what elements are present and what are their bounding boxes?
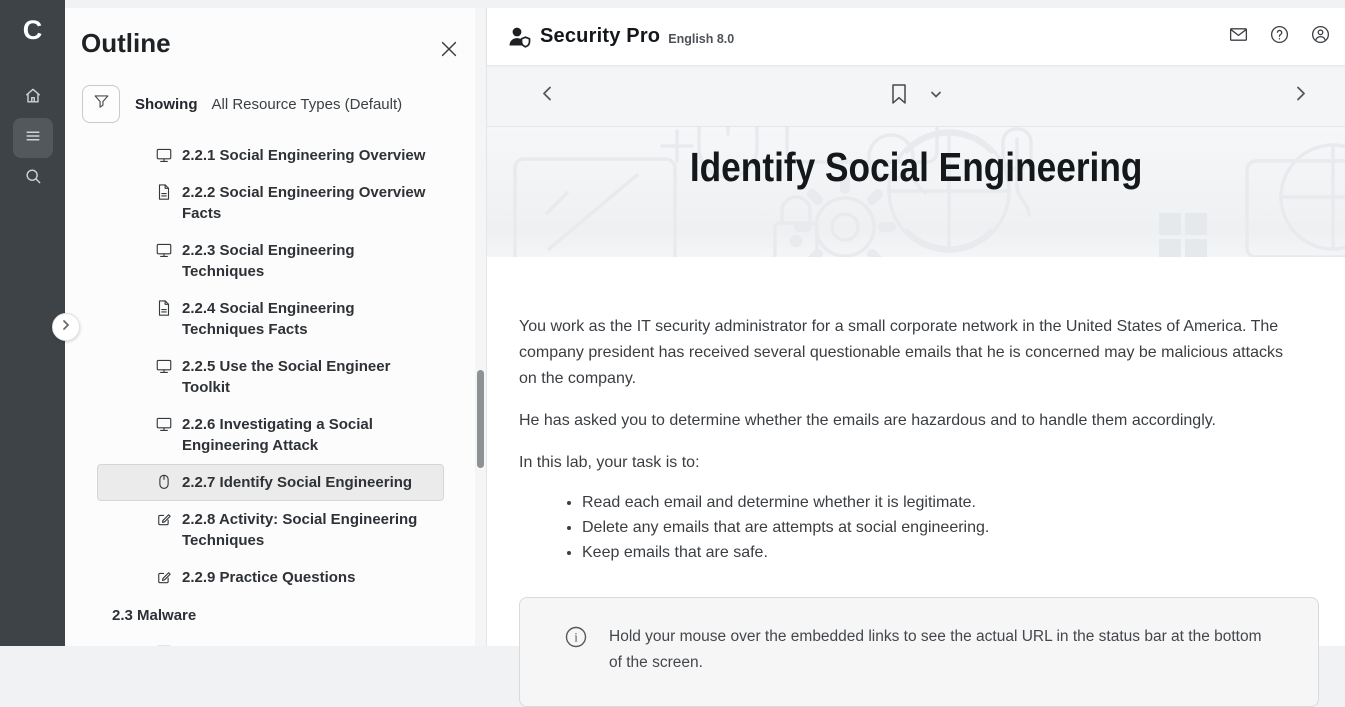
outline-panel-title: Outline (81, 28, 486, 59)
outline-item-label: 2.3.1 Malware (182, 642, 279, 646)
outline-item-label: 2.2.7 Identify Social Engineering (182, 472, 412, 493)
outline-section-heading[interactable]: 2.3 Malware (97, 596, 444, 634)
panel-expand-button[interactable] (52, 313, 80, 341)
outline-panel: Outline Showing All Resource Types (Defa… (65, 8, 486, 646)
outline-item[interactable]: 2.2.3 Social Engineering Techniques (97, 232, 444, 290)
mail-icon (1228, 24, 1249, 50)
close-outline-button[interactable] (438, 38, 460, 60)
pencil-icon (155, 568, 173, 586)
outline-item[interactable]: 2.2.8 Activity: Social Engineering Techn… (97, 501, 444, 559)
main-content: Security Pro English 8.0 (486, 8, 1345, 646)
document-icon (155, 183, 173, 201)
bookmark-button[interactable] (889, 83, 909, 110)
search-icon (23, 166, 43, 191)
messages-button[interactable] (1226, 25, 1250, 49)
outline-item[interactable]: 2.2.1 Social Engineering Overview (97, 137, 444, 174)
mouse-icon (155, 473, 173, 491)
monitor-icon (155, 241, 173, 259)
chevron-right-icon (60, 318, 72, 336)
outline-scrollbar[interactable] (475, 8, 486, 646)
chevron-left-icon (539, 85, 556, 107)
sidebar-item-search[interactable] (13, 158, 53, 198)
lesson-banner: Identify Social Engineering (487, 127, 1345, 257)
info-icon: i (565, 626, 587, 653)
outline-item-label: 2.2.6 Investigating a Social Engineering… (182, 414, 433, 456)
sidebar-item-home[interactable] (13, 78, 53, 118)
help-icon (1269, 24, 1290, 50)
app-header: Security Pro English 8.0 (487, 8, 1345, 66)
outline-item[interactable]: 2.2.2 Social Engineering Overview Facts (97, 174, 444, 232)
scenario-paragraph: He has asked you to determine whether th… (519, 408, 1297, 434)
bookmark-menu-button[interactable] (929, 87, 943, 106)
task-bullet: Read each email and determine whether it… (582, 492, 1297, 513)
monitor-icon (155, 146, 173, 164)
outline-item[interactable]: 2.2.4 Social Engineering Techniques Fact… (97, 290, 444, 348)
outline-item[interactable]: 2.2.7 Identify Social Engineering (97, 464, 444, 501)
filter-value[interactable]: All Resource Types (Default) (212, 96, 403, 113)
app-logo: C (23, 14, 43, 46)
task-bullet: Keep emails that are safe. (582, 542, 1297, 563)
outline-item-label: 2.2.4 Social Engineering Techniques Fact… (182, 298, 433, 340)
task-list: Read each email and determine whether it… (519, 492, 1297, 563)
next-resource-button[interactable] (1288, 84, 1312, 108)
document-icon (155, 299, 173, 317)
outline-item-label: 2.2.8 Activity: Social Engineering Techn… (182, 509, 433, 551)
outline-item[interactable]: 2.2.9 Practice Questions (97, 559, 444, 596)
pencil-icon (155, 510, 173, 528)
task-intro: In this lab, your task is to: (519, 450, 1297, 476)
showing-label: Showing (135, 96, 198, 113)
chevron-right-icon (1292, 85, 1309, 107)
product-brand: Security Pro English 8.0 (506, 24, 734, 50)
previous-resource-button[interactable] (535, 84, 559, 108)
scenario-paragraph: You work as the IT security administrato… (519, 314, 1297, 392)
help-button[interactable] (1267, 25, 1291, 49)
outline-list: 2.2.1 Social Engineering Overview 2.2.2 S… (97, 137, 444, 646)
outline-item[interactable]: 2.3.1 Malware (97, 634, 444, 646)
task-bullet: Delete any emails that are attempts at s… (582, 517, 1297, 538)
outline-item-label: 2.2.9 Practice Questions (182, 567, 355, 588)
note-text: Hold your mouse over the embedded links … (609, 624, 1278, 676)
lesson-toolbar (487, 66, 1345, 127)
account-icon (1310, 24, 1331, 50)
product-name: Security Pro (540, 25, 660, 48)
outline-item-label: 2.2.1 Social Engineering Overview (182, 145, 425, 166)
sidebar-item-outline[interactable] (13, 118, 53, 158)
security-pro-logo-icon (506, 24, 532, 50)
outline-item-label: 2.2.3 Social Engineering Techniques (182, 240, 433, 282)
outline-item[interactable]: 2.2.6 Investigating a Social Engineering… (97, 406, 444, 464)
account-button[interactable] (1308, 25, 1332, 49)
monitor-icon (155, 415, 173, 433)
outline-item[interactable]: 2.2.5 Use the Social Engineer Toolkit (97, 348, 444, 406)
menu-icon (23, 126, 43, 151)
svg-text:i: i (574, 630, 578, 645)
monitor-icon (155, 357, 173, 375)
filter-button[interactable] (82, 85, 120, 123)
home-icon (23, 86, 43, 111)
note-box: i Hold your mouse over the embedded link… (519, 597, 1319, 707)
outline-item-label: 2.2.2 Social Engineering Overview Facts (182, 182, 433, 224)
page-title: Identify Social Engineering (487, 144, 1345, 191)
close-icon (438, 47, 460, 64)
outline-scrollbar-thumb[interactable] (477, 370, 484, 468)
bookmark-icon (889, 83, 909, 110)
chevron-down-icon (929, 87, 943, 106)
outline-item-label: 2.2.5 Use the Social Engineer Toolkit (182, 356, 433, 398)
product-edition: English 8.0 (668, 32, 734, 46)
lab-instructions: You work as the IT security administrato… (487, 257, 1345, 707)
filter-funnel-icon (92, 92, 111, 116)
